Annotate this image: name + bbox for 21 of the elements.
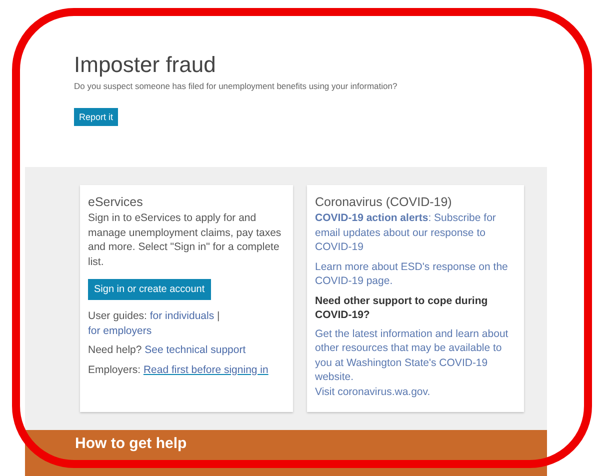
page-subtitle: Do you suspect someone has filed for unemployment benefits using your information?: [74, 81, 398, 91]
link[interactable]: for individuals: [150, 310, 214, 322]
link-text[interactable]: Get the latest information and learn about other resources that may be available to you at Washington State's COVID-19 website.: [315, 326, 516, 384]
link[interactable]: See technical support: [144, 344, 246, 356]
link-text[interactable]: Learn more about ESD's response on the COVID-19 page.: [315, 260, 516, 288]
link[interactable]: Read first before signing in: [143, 364, 268, 376]
card-title: Coronavirus (COVID-19): [315, 195, 453, 209]
link[interactable]: for employers: [88, 324, 152, 336]
link-text[interactable]: COVID-19 action alerts: Subscribe for email updates about our response to COVID-19: [315, 211, 516, 254]
label-text: User guides:: [88, 310, 147, 322]
label-text: |: [217, 310, 220, 322]
label-text: Employers:: [88, 364, 141, 376]
report-button[interactable]: Report it: [74, 108, 118, 126]
label-text: Need help?: [88, 344, 142, 356]
section-heading: How to get help: [75, 435, 188, 453]
card-title: eServices: [88, 195, 144, 209]
card-subheading: Need other support to cope during COVID-19?: [315, 294, 489, 322]
link-text[interactable]: Visit coronavirus.wa.gov.: [315, 384, 516, 399]
sign-in-button[interactable]: Sign in or create account: [88, 279, 211, 300]
card-text: Sign in to eServices to apply for and manage unemployment claims, pay taxes and more. Select "Sign in" for a complete list.: [88, 211, 282, 269]
page-title: Imposter fraud: [74, 52, 217, 78]
